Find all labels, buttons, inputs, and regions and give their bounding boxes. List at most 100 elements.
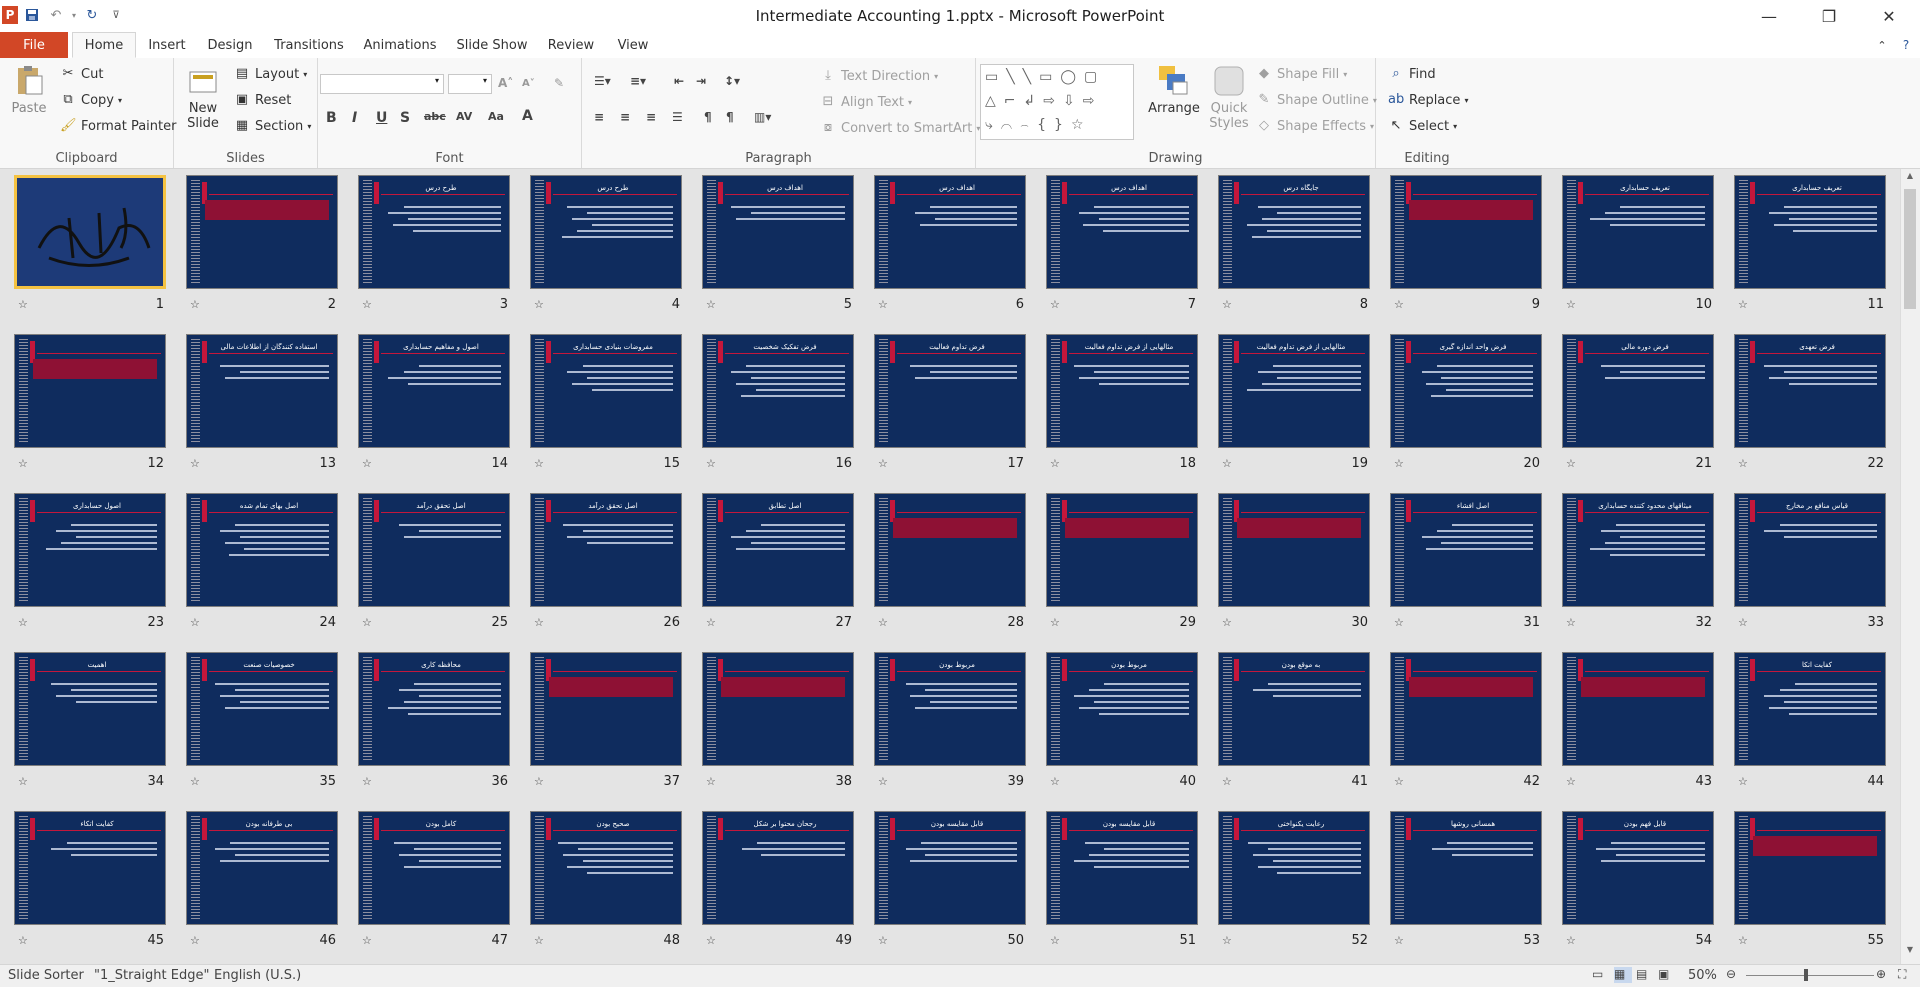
quick-styles-button[interactable]: Quick Styles [1206,64,1252,131]
new-slide-button[interactable]: New Slide [182,64,224,131]
shape-effects-button[interactable]: ◇ Shape Effects ▾ [1256,118,1374,134]
slide-thumbnail[interactable]: قابل فهم بودن ☆ 54 [1562,811,1714,957]
zoom-slider-thumb[interactable] [1804,969,1808,981]
slide-thumbnail[interactable]: جایگاه درس ☆ 8 [1218,175,1370,321]
numbering-icon[interactable]: ≡▾ [630,74,646,88]
slide-preview[interactable]: کفایت اتکا [1734,652,1886,766]
slide-thumbnail[interactable]: رعایت یکنواختی ☆ 52 [1218,811,1370,957]
transition-icon[interactable]: ☆ [878,616,888,629]
slide-thumbnail[interactable]: مربوط بودن ☆ 39 [874,652,1026,798]
columns-icon[interactable]: ▥▾ [754,110,771,124]
grow-font-icon[interactable]: A˄ [498,76,513,90]
slide-thumbnail[interactable]: مربوط بودن ☆ 40 [1046,652,1198,798]
slide-preview[interactable]: تعریف حسابداری [1734,175,1886,289]
section-button[interactable]: ▦ Section ▾ [234,118,311,134]
transition-icon[interactable]: ☆ [190,775,200,788]
slide-preview[interactable]: فرض واحد اندازه گیری [1390,334,1542,448]
slide-thumbnail[interactable]: طرح درس ☆ 4 [530,175,682,321]
normal-view-icon[interactable]: ▭ [1592,967,1610,983]
help-icon[interactable]: ? [1896,32,1916,58]
clear-formatting-icon[interactable]: ✎ [554,76,564,90]
slide-thumbnail[interactable]: ☆ 1 [14,175,166,321]
transition-icon[interactable]: ☆ [706,934,716,947]
slide-preview[interactable] [1562,652,1714,766]
transition-icon[interactable]: ☆ [1050,298,1060,311]
slide-thumbnail[interactable]: کامل بودن ☆ 47 [358,811,510,957]
minimize-icon[interactable]: — [1746,0,1792,32]
slide-thumbnail[interactable]: مفروضات بنیادی حسابداری ☆ 15 [530,334,682,480]
transition-icon[interactable]: ☆ [878,775,888,788]
slide-thumbnail[interactable]: اهمیت ☆ 34 [14,652,166,798]
transition-icon[interactable]: ☆ [1566,775,1576,788]
tab-design[interactable]: Design [204,32,256,58]
transition-icon[interactable]: ☆ [1394,775,1404,788]
slide-thumbnail[interactable]: اصل تحقق درآمد ☆ 25 [358,493,510,639]
theme-indicator[interactable]: "1_Straight Edge" [94,968,209,983]
slide-thumbnail[interactable]: ☆ 29 [1046,493,1198,639]
ltr-icon[interactable]: ¶ [726,110,734,124]
transition-icon[interactable]: ☆ [18,775,28,788]
arrange-button[interactable]: Arrange [1146,64,1202,116]
slide-thumbnail[interactable]: تعریف حسابداری ☆ 10 [1562,175,1714,321]
transition-icon[interactable]: ☆ [534,934,544,947]
slide-preview[interactable] [14,175,166,289]
shrink-font-icon[interactable]: A˅ [522,78,535,89]
text-direction-button[interactable]: ⤓ Text Direction ▾ [820,68,938,84]
slide-thumbnail[interactable]: اهداف درس ☆ 5 [702,175,854,321]
zoom-slider[interactable] [1746,975,1874,976]
transition-icon[interactable]: ☆ [18,616,28,629]
slide-thumbnail[interactable]: تعریف حسابداری ☆ 11 [1734,175,1886,321]
tab-home[interactable]: Home [72,32,136,58]
transition-icon[interactable]: ☆ [1394,298,1404,311]
slide-thumbnail[interactable]: کفایت اتکاء ☆ 45 [14,811,166,957]
tab-animations[interactable]: Animations [362,32,438,58]
align-text-button[interactable]: ⊟ Align Text ▾ [820,94,913,110]
slide-preview[interactable] [702,652,854,766]
slide-preview[interactable]: مربوط بودن [874,652,1026,766]
slide-preview[interactable]: اصل تحقق درآمد [530,493,682,607]
transition-icon[interactable]: ☆ [362,934,372,947]
slide-preview[interactable]: کامل بودن [358,811,510,925]
character-spacing-icon[interactable]: AV [456,110,472,123]
transition-icon[interactable]: ☆ [190,616,200,629]
align-left-icon[interactable]: ≡ [594,110,604,124]
slide-preview[interactable]: اصول حسابداری [14,493,166,607]
slide-preview[interactable]: بی طرفانه بودن [186,811,338,925]
reset-button[interactable]: ▣ Reset [234,92,291,108]
slide-preview[interactable]: کفایت اتکاء [14,811,166,925]
slide-preview[interactable]: مفروضات بنیادی حسابداری [530,334,682,448]
justify-icon[interactable]: ☰ [672,110,683,124]
rtl-icon[interactable]: ¶ [704,110,712,124]
tab-review[interactable]: Review [546,32,596,58]
transition-icon[interactable]: ☆ [534,616,544,629]
transition-icon[interactable]: ☆ [1566,934,1576,947]
slide-preview[interactable]: مثالهایی از فرض تداوم فعالیت [1046,334,1198,448]
slide-preview[interactable] [874,493,1026,607]
zoom-in-icon[interactable]: ⊕ [1876,967,1892,983]
slide-preview[interactable]: اهداف درس [1046,175,1198,289]
slide-preview[interactable]: فرض تفکیک شخصیت [702,334,854,448]
slide-thumbnail[interactable]: ☆ 42 [1390,652,1542,798]
slide-preview[interactable]: به موقع بودن [1218,652,1370,766]
slide-preview[interactable]: طرح درس [358,175,510,289]
transition-icon[interactable]: ☆ [706,298,716,311]
slide-preview[interactable]: رجحان محتوا بر شکل [702,811,854,925]
slide-thumbnail[interactable]: اهداف درس ☆ 6 [874,175,1026,321]
transition-icon[interactable]: ☆ [18,298,28,311]
strikethrough-icon[interactable]: abc [424,110,446,123]
slide-thumbnail[interactable]: اصل افشاء ☆ 31 [1390,493,1542,639]
slide-thumbnail[interactable]: میثاقهای محدود کننده حسابداری ☆ 32 [1562,493,1714,639]
transition-icon[interactable]: ☆ [18,457,28,470]
italic-icon[interactable]: I [352,110,357,126]
slide-thumbnail[interactable]: ☆ 28 [874,493,1026,639]
transition-icon[interactable]: ☆ [1222,457,1232,470]
bold-icon[interactable]: B [326,110,337,126]
transition-icon[interactable]: ☆ [1738,616,1748,629]
select-button[interactable]: ↖ Select ▾ [1388,118,1458,134]
transition-icon[interactable]: ☆ [1222,934,1232,947]
slide-preview[interactable]: طرح درس [530,175,682,289]
slide-thumbnail[interactable]: مثالهایی از فرض تداوم فعالیت ☆ 18 [1046,334,1198,480]
slide-thumbnail[interactable]: ☆ 2 [186,175,338,321]
slide-preview[interactable]: تعریف حسابداری [1562,175,1714,289]
replace-button[interactable]: ab Replace ▾ [1388,92,1468,108]
